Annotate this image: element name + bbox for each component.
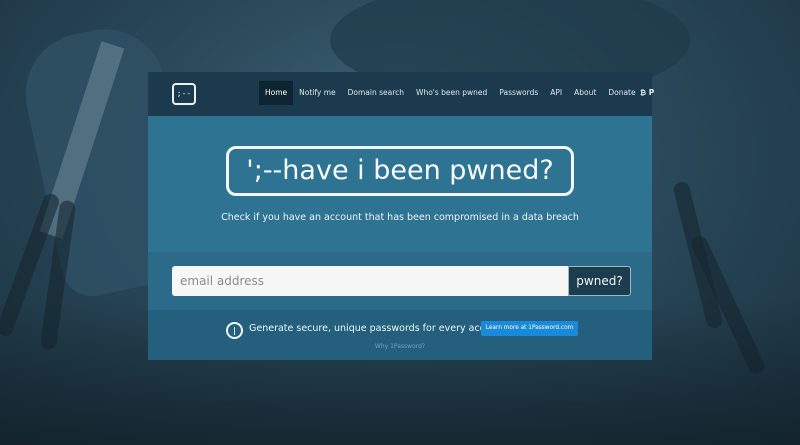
nav-item-domain-search[interactable]: Domain search — [342, 81, 410, 105]
site-title: ';--have i been pwned? — [226, 146, 574, 196]
email-input[interactable] — [172, 266, 568, 296]
password-manager-promo: | Generate secure, unique passwords for … — [148, 310, 652, 360]
hero-section: ';--have i been pwned? Check if you have… — [148, 116, 652, 252]
promo-text: Generate secure, unique passwords for ev… — [249, 323, 507, 334]
site-logo[interactable]: ;-- — [172, 83, 196, 105]
pwned-button[interactable]: pwned? — [568, 266, 631, 296]
main-panel: ;-- Home Notify me Domain search Who's b… — [148, 72, 654, 360]
search-section: pwned? — [148, 252, 652, 310]
1password-icon: | — [226, 322, 243, 339]
learn-more-button[interactable]: Learn more at 1Password.com — [481, 321, 578, 336]
nav-item-whos-been-pwned[interactable]: Who's been pwned — [410, 81, 493, 105]
nav-item-passwords[interactable]: Passwords — [493, 81, 544, 105]
why-1password-link[interactable]: Why 1Password? — [148, 343, 652, 350]
nav-item-home[interactable]: Home — [259, 81, 294, 105]
nav-menu: Home Notify me Domain search Who's been … — [259, 81, 660, 105]
bitcoin-paypal-icon: ₿ P — [640, 88, 655, 97]
nav-item-api[interactable]: API — [544, 81, 568, 105]
nav-item-donate[interactable]: Donate ₿ P — [602, 81, 660, 105]
navbar: ;-- Home Notify me Domain search Who's b… — [148, 72, 654, 116]
site-tagline: Check if you have an account that has be… — [221, 212, 579, 223]
nav-item-notify-me[interactable]: Notify me — [293, 81, 341, 105]
donate-label: Donate — [608, 88, 636, 97]
nav-item-about[interactable]: About — [568, 81, 602, 105]
